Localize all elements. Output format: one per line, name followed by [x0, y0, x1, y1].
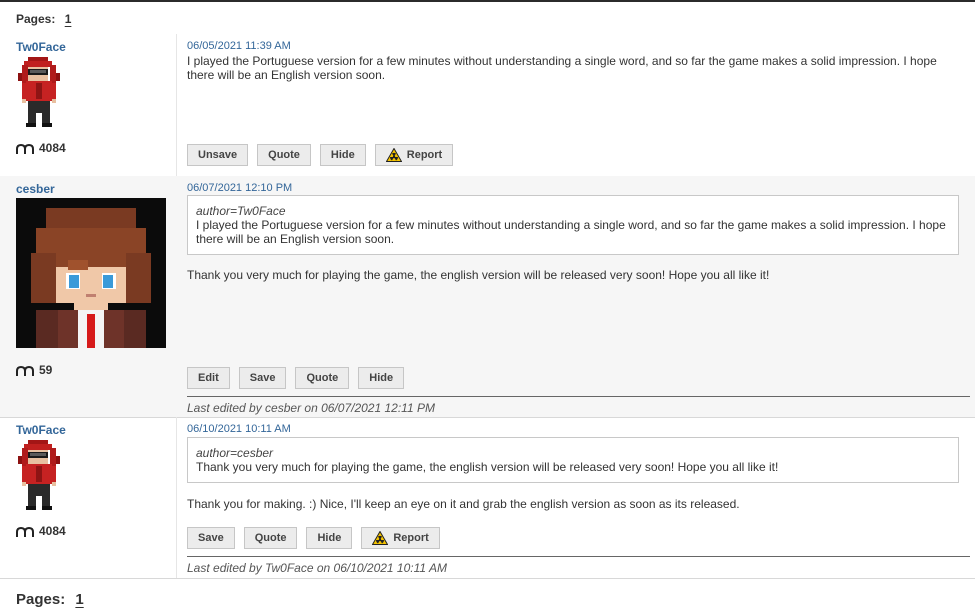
post-actions: Save Quote Hide Report	[187, 527, 440, 549]
save-button[interactable]: Save	[187, 527, 235, 549]
post: Tw0Face 4084 06/05/2021 11:39 AM I playe…	[0, 34, 975, 177]
hide-button[interactable]: Hide	[319, 144, 366, 166]
m-points-icon	[16, 143, 34, 154]
quote-button[interactable]: Quote	[243, 527, 298, 549]
m-points-icon	[16, 526, 34, 537]
quote-button[interactable]: Quote	[295, 367, 350, 389]
post-timestamp: 06/05/2021 11:39 AM	[187, 40, 291, 52]
quote-text: Thank you very much for playing the game…	[196, 460, 779, 474]
quote-author: author=Tw0Face	[196, 204, 286, 218]
points-value: 4084	[39, 141, 66, 155]
post: Tw0Face 4084 06/10/2021 10:11 AM author=…	[0, 417, 975, 579]
post-message: Thank you very much for playing the game…	[187, 268, 770, 282]
author-column: cesber 59	[0, 176, 176, 417]
quote-button[interactable]: Quote	[257, 144, 311, 166]
post-timestamp: 06/10/2021 10:11 AM	[187, 423, 291, 435]
post-timestamp: 06/07/2021 12:10 PM	[187, 182, 293, 194]
pagination-bottom: Pages: 1	[16, 591, 84, 608]
quote-box: author=cesber Thank you very much for pl…	[187, 437, 959, 483]
post-message: I played the Portuguese version for a fe…	[187, 54, 937, 82]
edited-note: Last edited by cesber on 06/07/2021 12:1…	[187, 396, 970, 415]
post-actions: Edit Save Quote Hide	[187, 367, 405, 389]
m-points-icon	[16, 365, 34, 376]
points-value: 4084	[39, 524, 66, 538]
points: 4084	[16, 524, 66, 538]
points-value: 59	[39, 363, 53, 377]
edit-button[interactable]: Edit	[187, 367, 230, 389]
post-actions: Unsave Quote Hide Report	[187, 144, 454, 166]
unsave-button[interactable]: Unsave	[187, 144, 249, 166]
hide-button[interactable]: Hide	[306, 527, 353, 549]
pages-label: Pages:	[16, 12, 56, 26]
edited-note: Last edited by Tw0Face on 06/10/2021 10:…	[187, 556, 970, 575]
author-column: Tw0Face 4084	[0, 34, 177, 176]
pages-label: Pages:	[16, 591, 66, 608]
page-link-1[interactable]: 1	[75, 591, 83, 608]
quote-box: author=Tw0Face I played the Portuguese v…	[187, 195, 959, 255]
save-button[interactable]: Save	[238, 367, 287, 389]
author-name[interactable]: Tw0Face	[16, 423, 66, 437]
avatar[interactable]	[16, 438, 62, 512]
report-button[interactable]: Report	[374, 144, 454, 166]
radiation-warning-icon	[372, 531, 389, 545]
report-button[interactable]: Report	[361, 527, 440, 549]
post-message: Thank you for making. :) Nice, I'll keep…	[187, 497, 740, 511]
pagination-top: Pages: 1	[16, 12, 71, 26]
avatar[interactable]	[16, 198, 166, 348]
points: 59	[16, 363, 52, 377]
radiation-warning-icon	[385, 148, 402, 162]
avatar[interactable]	[16, 55, 62, 129]
author-name[interactable]: Tw0Face	[16, 40, 66, 54]
quote-author: author=cesber	[196, 446, 274, 460]
post: cesber 59 06/07/2021 12:10 PM author=Tw0…	[0, 176, 975, 418]
author-name[interactable]: cesber	[16, 182, 55, 196]
points: 4084	[16, 141, 66, 155]
author-column: Tw0Face 4084	[0, 417, 177, 578]
quote-text: I played the Portuguese version for a fe…	[196, 218, 946, 246]
page-link-1[interactable]: 1	[65, 12, 72, 26]
hide-button[interactable]: Hide	[358, 367, 405, 389]
top-border	[0, 0, 975, 2]
